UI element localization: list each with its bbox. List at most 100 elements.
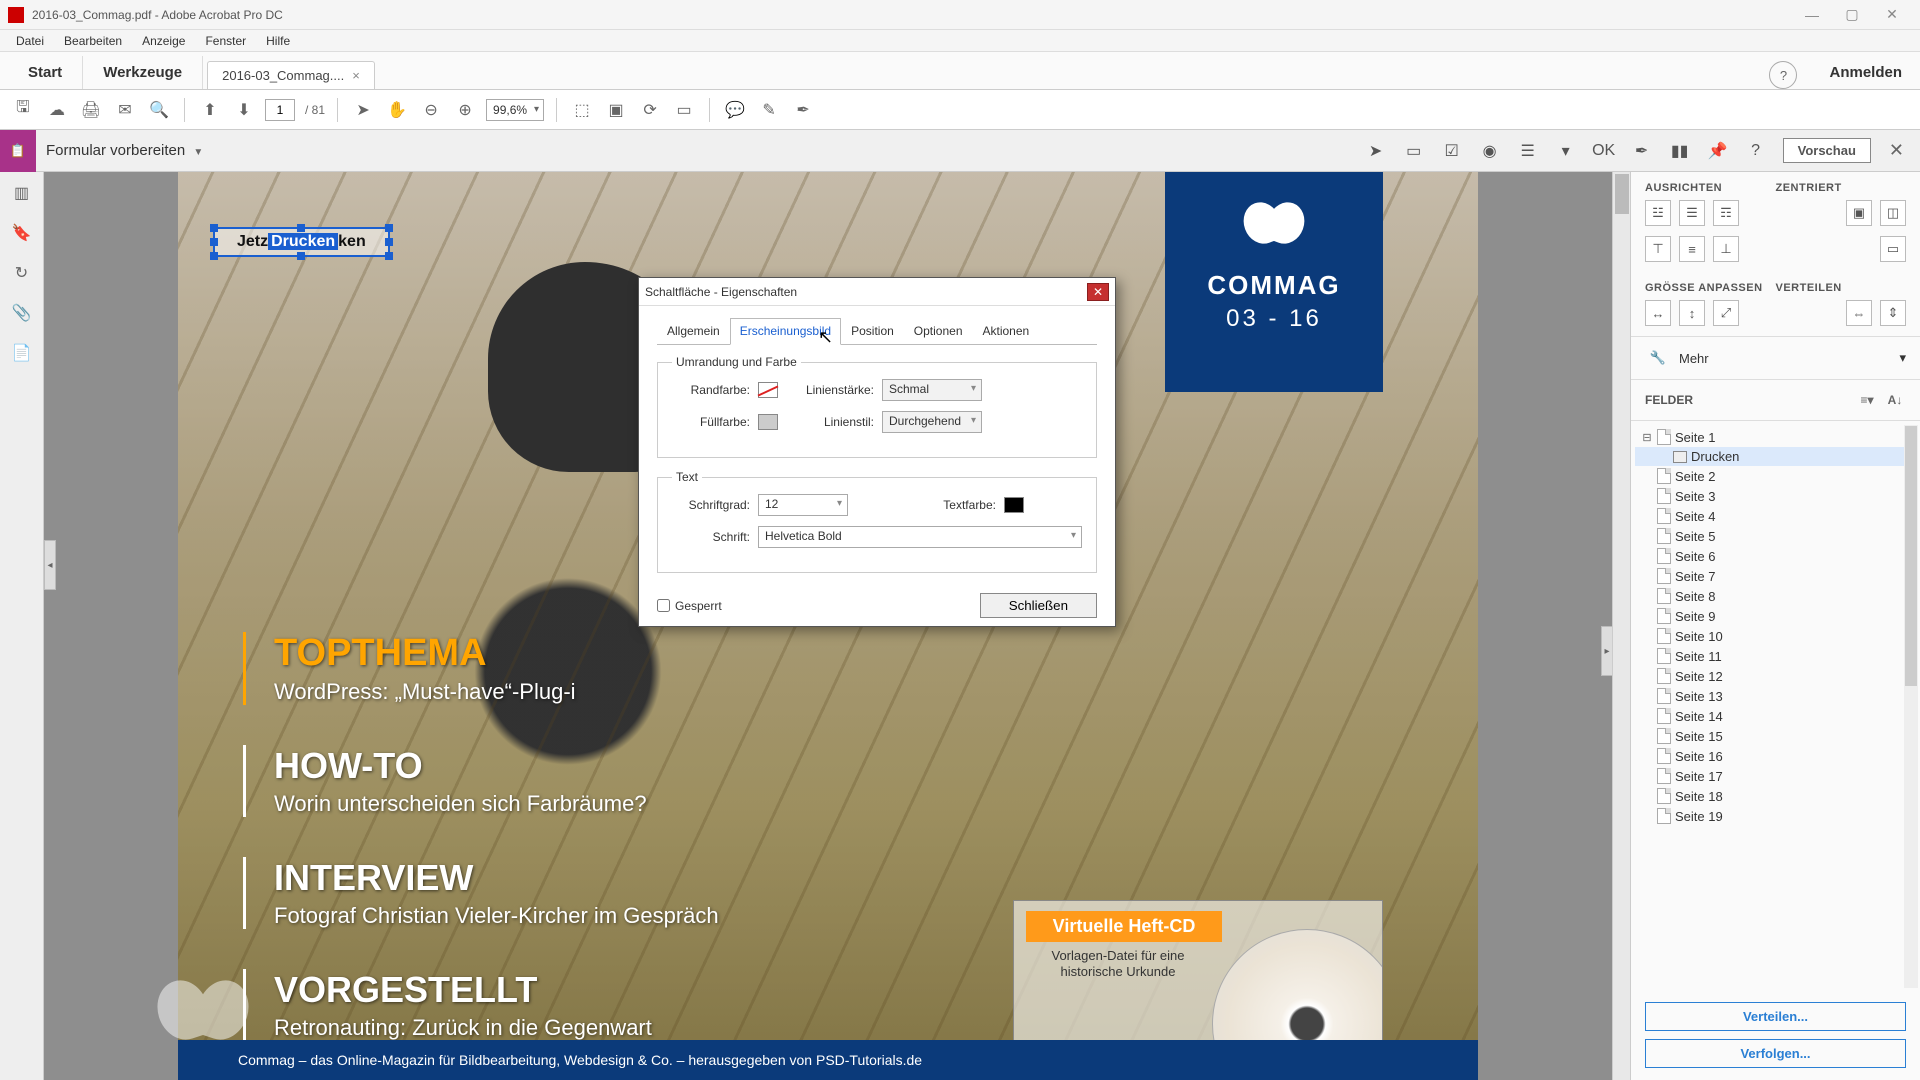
menu-anzeige[interactable]: Anzeige (132, 32, 195, 50)
tree-node-seite-17[interactable]: Seite 17 (1635, 766, 1916, 786)
select-tool-icon[interactable]: ➤ (1365, 140, 1387, 162)
sign-icon[interactable]: ✒ (790, 97, 816, 123)
schriftgrad-select[interactable]: 12 (758, 494, 848, 516)
document-area[interactable]: JetzDruckenken COMMAG 03 - 16 TOPTHEMA W… (44, 172, 1612, 1080)
dialog-tab-erscheinungsbild[interactable]: Erscheinungsbild (730, 318, 841, 345)
thumbnails-icon[interactable]: ▥ (11, 182, 33, 204)
dist-v-icon[interactable]: ⇕ (1880, 300, 1906, 326)
schrift-select[interactable]: Helvetica Bold (758, 526, 1082, 548)
align-top-icon[interactable]: ⊤ (1645, 236, 1671, 262)
dist-h-icon[interactable]: ⇔ (1846, 300, 1872, 326)
tree-node-seite-12[interactable]: Seite 12 (1635, 666, 1916, 686)
dialog-schliessen-button[interactable]: Schließen (980, 593, 1097, 618)
size-width-icon[interactable]: ↔ (1645, 300, 1671, 326)
gesperrt-input[interactable] (657, 599, 670, 612)
pointer-icon[interactable]: ➤ (350, 97, 376, 123)
zoom-select[interactable]: 99,6% (486, 99, 544, 121)
tree-node-seite-9[interactable]: Seite 9 (1635, 606, 1916, 626)
zoom-in-icon[interactable]: ⊕ (452, 97, 478, 123)
size-height-icon[interactable]: ↕ (1679, 300, 1705, 326)
randfarbe-swatch[interactable] (758, 382, 778, 398)
barcode-tool-icon[interactable]: ▮▮ (1669, 140, 1691, 162)
button-tool-icon[interactable]: OK (1593, 140, 1615, 162)
page-current-input[interactable] (265, 99, 295, 121)
attachments-icon[interactable]: 📎 (11, 302, 33, 324)
tree-node-seite-13[interactable]: Seite 13 (1635, 686, 1916, 706)
page-down-icon[interactable]: ⬇ (231, 97, 257, 123)
sort-icon[interactable]: ≡▾ (1856, 390, 1878, 410)
maximize-button[interactable]: ▢ (1832, 2, 1872, 28)
close-context-button[interactable]: ✕ (1881, 136, 1912, 165)
radiobutton-tool-icon[interactable]: ◉ (1479, 140, 1501, 162)
tab-start[interactable]: Start (8, 56, 83, 89)
signatures-nav-icon[interactable]: 📄 (11, 342, 33, 364)
center-v-icon[interactable]: ◫ (1880, 200, 1906, 226)
align-left-icon[interactable]: ☳ (1645, 200, 1671, 226)
help-icon[interactable]: ? (1769, 61, 1797, 89)
search-icon[interactable]: 🔍 (146, 97, 172, 123)
highlight-icon[interactable]: ✎ (756, 97, 782, 123)
tree-scroll-thumb[interactable] (1905, 426, 1917, 686)
menu-hilfe[interactable]: Hilfe (256, 32, 300, 50)
tab-werkzeuge[interactable]: Werkzeuge (83, 56, 203, 89)
fuellfarbe-swatch[interactable] (758, 414, 778, 430)
scroll-thumb[interactable] (1615, 174, 1629, 214)
read-mode-icon[interactable]: ▭ (671, 97, 697, 123)
verteilen-button[interactable]: Verteilen... (1645, 1002, 1906, 1031)
close-tab-icon[interactable]: × (352, 68, 360, 83)
menu-datei[interactable]: Datei (6, 32, 54, 50)
context-title[interactable]: Formular vorbereiten ▼ (46, 142, 203, 159)
verfolgen-button[interactable]: Verfolgen... (1645, 1039, 1906, 1068)
rotate-icon[interactable]: ⟳ (637, 97, 663, 123)
dialog-tab-allgemein[interactable]: Allgemein (657, 318, 730, 344)
dropdown-tool-icon[interactable]: ▾ (1555, 140, 1577, 162)
textfarbe-swatch[interactable] (1004, 497, 1024, 513)
tree-node-seite-18[interactable]: Seite 18 (1635, 786, 1916, 806)
hand-icon[interactable]: ✋ (384, 97, 410, 123)
tree-node-seite-4[interactable]: Seite 4 (1635, 506, 1916, 526)
tab-document[interactable]: 2016-03_Commag.... × (207, 61, 375, 89)
align-right-icon[interactable]: ☶ (1713, 200, 1739, 226)
listbox-tool-icon[interactable]: ☰ (1517, 140, 1539, 162)
pin-tool-icon[interactable]: 📌 (1707, 140, 1729, 162)
collapse-left-handle[interactable]: ◂ (44, 540, 56, 590)
help-tool-icon[interactable]: ? (1745, 140, 1767, 162)
dialog-titlebar[interactable]: Schaltfläche - Eigenschaften ✕ (639, 278, 1115, 306)
cloud-icon[interactable]: ☁ (44, 97, 70, 123)
tree-node-drucken[interactable]: Drucken (1635, 447, 1916, 466)
save-icon[interactable]: 🖫 (10, 97, 36, 123)
align-vcenter-icon[interactable]: ≡ (1679, 236, 1705, 262)
dialog-tab-aktionen[interactable]: Aktionen (973, 318, 1040, 344)
tree-node-seite-2[interactable]: Seite 2 (1635, 466, 1916, 486)
fit-width-icon[interactable]: ⬚ (569, 97, 595, 123)
linienstil-select[interactable]: Durchgehend (882, 411, 982, 433)
tree-node-seite-10[interactable]: Seite 10 (1635, 626, 1916, 646)
vertical-scrollbar[interactable] (1612, 172, 1630, 1080)
gesperrt-checkbox[interactable]: Gesperrt (657, 599, 722, 613)
fit-page-icon[interactable]: ▣ (603, 97, 629, 123)
dialog-tab-optionen[interactable]: Optionen (904, 318, 973, 344)
bookmarks-icon[interactable]: 🔖 (11, 222, 33, 244)
tree-node-seite-7[interactable]: Seite 7 (1635, 566, 1916, 586)
tree-node-seite-6[interactable]: Seite 6 (1635, 546, 1916, 566)
center-h-icon[interactable]: ▣ (1846, 200, 1872, 226)
tree-node-seite-3[interactable]: Seite 3 (1635, 486, 1916, 506)
tree-node-seite-16[interactable]: Seite 16 (1635, 746, 1916, 766)
textfield-tool-icon[interactable]: ▭ (1403, 140, 1425, 162)
selected-form-button[interactable]: JetzDruckenken (213, 227, 390, 257)
center-page-icon[interactable]: ▭ (1880, 236, 1906, 262)
tree-node-seite-15[interactable]: Seite 15 (1635, 726, 1916, 746)
linienstaerke-select[interactable]: Schmal (882, 379, 982, 401)
align-bottom-icon[interactable]: ⊥ (1713, 236, 1739, 262)
align-hcenter-icon[interactable]: ☰ (1679, 200, 1705, 226)
az-sort-icon[interactable]: A↓ (1884, 390, 1906, 410)
form-tool-icon[interactable]: 📋 (0, 130, 36, 172)
minimize-button[interactable]: — (1792, 2, 1832, 28)
fields-tree[interactable]: ⊟Seite 1 Drucken Seite 2 Seite 3 Seite 4… (1631, 421, 1920, 992)
signin-button[interactable]: Anmelden (1811, 56, 1920, 89)
zoom-out-icon[interactable]: ⊖ (418, 97, 444, 123)
tree-node-seite-5[interactable]: Seite 5 (1635, 526, 1916, 546)
tree-node-seite-14[interactable]: Seite 14 (1635, 706, 1916, 726)
menu-bearbeiten[interactable]: Bearbeiten (54, 32, 132, 50)
layers-nav-icon[interactable]: ↻ (11, 262, 33, 284)
